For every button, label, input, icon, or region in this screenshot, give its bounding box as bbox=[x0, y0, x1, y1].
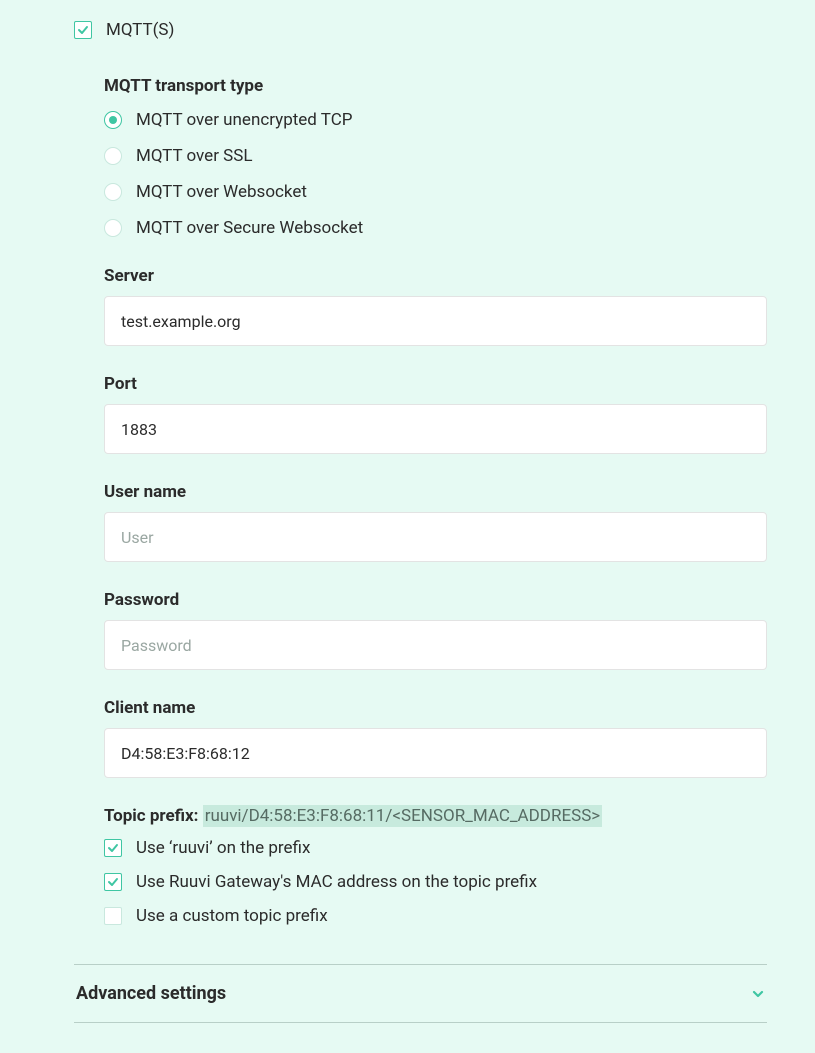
client-name-input[interactable] bbox=[104, 728, 767, 778]
prefix-option-custom[interactable]: Use a custom topic prefix bbox=[104, 906, 767, 926]
radio-icon[interactable] bbox=[104, 111, 122, 129]
checkbox-label: Use Ruuvi Gateway's MAC address on the t… bbox=[136, 872, 537, 892]
checkbox-icon[interactable] bbox=[104, 873, 122, 891]
transport-option-secure-websocket[interactable]: MQTT over Secure Websocket bbox=[104, 218, 767, 238]
mqtt-enable-checkbox[interactable] bbox=[74, 21, 92, 39]
checkbox-label: Use a custom topic prefix bbox=[136, 906, 328, 926]
prefix-option-mac[interactable]: Use Ruuvi Gateway's MAC address on the t… bbox=[104, 872, 767, 892]
username-input[interactable] bbox=[104, 512, 767, 562]
checkbox-icon[interactable] bbox=[104, 839, 122, 857]
checkbox-icon[interactable] bbox=[104, 907, 122, 925]
password-input[interactable] bbox=[104, 620, 767, 670]
prefix-option-ruuvi[interactable]: Use ‘ruuvi’ on the prefix bbox=[104, 838, 767, 858]
radio-icon[interactable] bbox=[104, 147, 122, 165]
radio-label: MQTT over unencrypted TCP bbox=[136, 110, 352, 130]
server-input[interactable] bbox=[104, 296, 767, 346]
radio-label: MQTT over SSL bbox=[136, 146, 253, 166]
radio-label: MQTT over Secure Websocket bbox=[136, 218, 363, 238]
username-label: User name bbox=[104, 482, 767, 502]
checkbox-label: Use ‘ruuvi’ on the prefix bbox=[136, 838, 310, 858]
port-input[interactable] bbox=[104, 404, 767, 454]
client-name-label: Client name bbox=[104, 698, 767, 718]
transport-heading: MQTT transport type bbox=[104, 76, 767, 96]
server-label: Server bbox=[104, 266, 767, 286]
chevron-down-icon bbox=[751, 987, 765, 1001]
check-icon bbox=[107, 876, 119, 888]
radio-icon[interactable] bbox=[104, 183, 122, 201]
advanced-settings-toggle[interactable]: Advanced settings bbox=[74, 965, 767, 1022]
topic-prefix-value: ruuvi/D4:58:E3:F8:68:11/<SENSOR_MAC_ADDR… bbox=[203, 805, 603, 827]
radio-icon[interactable] bbox=[104, 219, 122, 237]
advanced-settings-accordion: Advanced settings bbox=[74, 964, 767, 1023]
password-label: Password bbox=[104, 590, 767, 610]
transport-option-websocket[interactable]: MQTT over Websocket bbox=[104, 182, 767, 202]
topic-prefix-label: Topic prefix: bbox=[104, 806, 198, 826]
transport-option-ssl[interactable]: MQTT over SSL bbox=[104, 146, 767, 166]
port-label: Port bbox=[104, 374, 767, 394]
mqtt-enable-row[interactable]: MQTT(S) bbox=[74, 20, 767, 40]
mqtt-enable-label: MQTT(S) bbox=[106, 20, 174, 40]
advanced-settings-title: Advanced settings bbox=[76, 983, 226, 1004]
check-icon bbox=[107, 842, 119, 854]
radio-label: MQTT over Websocket bbox=[136, 182, 307, 202]
topic-prefix-row: Topic prefix: ruuvi/D4:58:E3:F8:68:11/<S… bbox=[104, 806, 767, 826]
check-icon bbox=[77, 24, 89, 36]
transport-option-tcp[interactable]: MQTT over unencrypted TCP bbox=[104, 110, 767, 130]
